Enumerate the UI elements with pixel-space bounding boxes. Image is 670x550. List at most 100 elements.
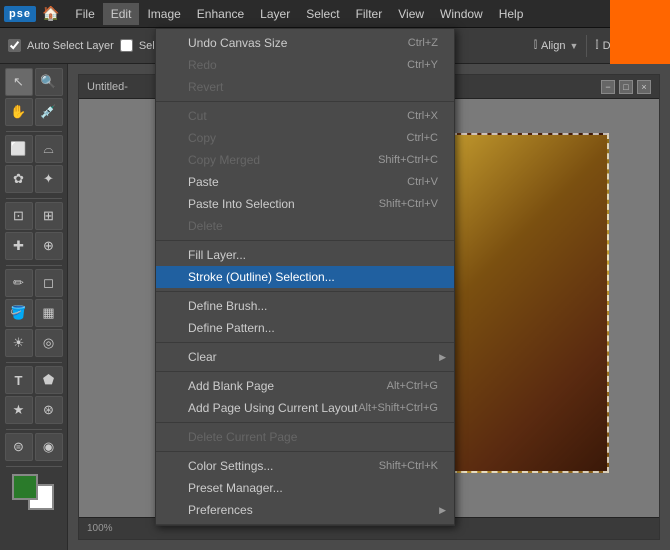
rect-select-tool[interactable]: ⬜ <box>5 135 33 163</box>
move-tool[interactable]: ↖ <box>5 68 33 96</box>
cut-label: Cut <box>188 109 207 123</box>
preset-manager-item[interactable]: Preset Manager... <box>156 477 454 499</box>
crop-tool[interactable]: ⊡ <box>5 202 33 230</box>
delete-item: Delete <box>156 215 454 237</box>
menu-edit[interactable]: Edit <box>103 3 140 25</box>
menu-window[interactable]: Window <box>432 3 491 25</box>
paste-shortcut: Ctrl+V <box>407 176 438 188</box>
foreground-color-swatch[interactable] <box>12 474 38 500</box>
paste-label: Paste <box>188 175 219 189</box>
copy-merged-label: Copy Merged <box>188 153 260 167</box>
define-pattern-label: Define Pattern... <box>188 321 275 335</box>
menu-layer[interactable]: Layer <box>252 3 298 25</box>
blur-tool[interactable]: ◎ <box>35 329 63 357</box>
copy-item: Copy Ctrl+C <box>156 127 454 149</box>
quick-select-tool[interactable]: ✿ <box>5 165 33 193</box>
type-tool[interactable]: T <box>5 366 33 394</box>
copy-merged-item: Copy Merged Shift+Ctrl+C <box>156 149 454 171</box>
align-icon: ⫿ <box>534 40 537 51</box>
paste-into-label: Paste Into Selection <box>188 197 295 211</box>
custom-shape-tool[interactable]: ★ <box>5 396 33 424</box>
brush-tool[interactable]: ✏ <box>5 269 33 297</box>
add-blank-page-label: Add Blank Page <box>188 379 274 393</box>
clear-label: Clear <box>188 350 217 364</box>
menu-select[interactable]: Select <box>298 3 347 25</box>
fill-layer-label: Fill Layer... <box>188 248 246 262</box>
tool-separator-2 <box>6 198 62 199</box>
smart-brush-tool[interactable]: ⊛ <box>35 396 63 424</box>
define-brush-item[interactable]: Define Brush... <box>156 295 454 317</box>
color-swatches <box>12 474 56 510</box>
canvas-title: Untitled- <box>87 81 128 93</box>
delete-label: Delete <box>188 219 223 233</box>
clone-tool[interactable]: ⊕ <box>35 232 63 260</box>
distribute-icon: ⫿ <box>595 40 598 51</box>
undo-shortcut: Ctrl+Z <box>408 37 438 49</box>
color-settings-item[interactable]: Color Settings... Shift+Ctrl+K <box>156 455 454 477</box>
add-blank-page-item[interactable]: Add Blank Page Alt+Ctrl+G <box>156 375 454 397</box>
toolbar-divider-2 <box>586 35 587 57</box>
magic-wand-tool[interactable]: ✦ <box>35 165 63 193</box>
stroke-selection-item[interactable]: Stroke (Outline) Selection... <box>156 266 454 288</box>
dodge-tool[interactable]: ☀ <box>5 329 33 357</box>
lasso-tool[interactable]: ⌓ <box>35 135 63 163</box>
shape-tool[interactable]: ⬟ <box>35 366 63 394</box>
fill-layer-item[interactable]: Fill Layer... <box>156 244 454 266</box>
app-logo: pse <box>4 6 36 22</box>
revert-label: Revert <box>188 80 223 94</box>
zoom-tool[interactable]: 🔍 <box>35 68 63 96</box>
redo-shortcut: Ctrl+Y <box>407 59 438 71</box>
home-icon[interactable]: 🏠 <box>42 5 59 22</box>
define-pattern-item[interactable]: Define Pattern... <box>156 317 454 339</box>
menu-file[interactable]: File <box>67 3 102 25</box>
edit-section-1: Undo Canvas Size Ctrl+Z Redo Ctrl+Y Reve… <box>156 29 454 102</box>
minimize-button[interactable]: − <box>601 80 615 94</box>
close-button[interactable]: × <box>637 80 651 94</box>
menu-filter[interactable]: Filter <box>348 3 391 25</box>
edit-section-2: Cut Ctrl+X Copy Ctrl+C Copy Merged Shift… <box>156 102 454 241</box>
stroke-selection-label: Stroke (Outline) Selection... <box>188 270 335 284</box>
preferences-item[interactable]: Preferences <box>156 499 454 521</box>
redo-item: Redo Ctrl+Y <box>156 54 454 76</box>
auto-select-label: Auto Select Layer <box>27 40 114 52</box>
healing-tool[interactable]: ✚ <box>5 232 33 260</box>
select-checkbox[interactable] <box>120 39 133 52</box>
eraser-tool[interactable]: ◻ <box>35 269 63 297</box>
menu-enhance[interactable]: Enhance <box>189 3 252 25</box>
menu-image[interactable]: Image <box>139 3 188 25</box>
clear-item[interactable]: Clear <box>156 346 454 368</box>
copy-merged-shortcut: Shift+Ctrl+C <box>378 154 438 166</box>
align-chevron[interactable]: ▼ <box>569 41 578 51</box>
edit-section-8: Color Settings... Shift+Ctrl+K Preset Ma… <box>156 452 454 525</box>
paste-into-selection-item[interactable]: Paste Into Selection Shift+Ctrl+V <box>156 193 454 215</box>
tool-separator-6 <box>6 466 62 467</box>
gradient-tool[interactable]: ▦ <box>35 299 63 327</box>
paste-item[interactable]: Paste Ctrl+V <box>156 171 454 193</box>
copy-shortcut: Ctrl+C <box>407 132 438 144</box>
menu-view[interactable]: View <box>390 3 432 25</box>
maximize-button[interactable]: □ <box>619 80 633 94</box>
cut-shortcut: Ctrl+X <box>407 110 438 122</box>
edit-section-3: Fill Layer... Stroke (Outline) Selection… <box>156 241 454 292</box>
menu-help[interactable]: Help <box>491 3 532 25</box>
paste-into-shortcut: Shift+Ctrl+V <box>379 198 438 210</box>
redo-label: Redo <box>188 58 217 72</box>
undo-item[interactable]: Undo Canvas Size Ctrl+Z <box>156 32 454 54</box>
edit-section-7: Delete Current Page <box>156 423 454 452</box>
preferences-label: Preferences <box>188 503 253 517</box>
recompose-tool[interactable]: ⊞ <box>35 202 63 230</box>
auto-select-checkbox[interactable] <box>8 39 21 52</box>
content-aware-tool[interactable]: ⊜ <box>5 433 33 461</box>
align-label: Align <box>541 40 565 52</box>
edit-section-5: Clear <box>156 343 454 372</box>
paint-bucket-tool[interactable]: 🪣 <box>5 299 33 327</box>
eyedropper-tool[interactable]: 💉 <box>35 98 63 126</box>
tool-separator-4 <box>6 362 62 363</box>
preset-manager-label: Preset Manager... <box>188 481 283 495</box>
hand-tool[interactable]: ✋ <box>5 98 33 126</box>
add-page-layout-item[interactable]: Add Page Using Current Layout Alt+Shift+… <box>156 397 454 419</box>
add-blank-page-shortcut: Alt+Ctrl+G <box>387 380 438 392</box>
red-eye-tool[interactable]: ◉ <box>35 433 63 461</box>
add-page-layout-shortcut: Alt+Shift+Ctrl+G <box>358 402 438 414</box>
revert-item: Revert <box>156 76 454 98</box>
